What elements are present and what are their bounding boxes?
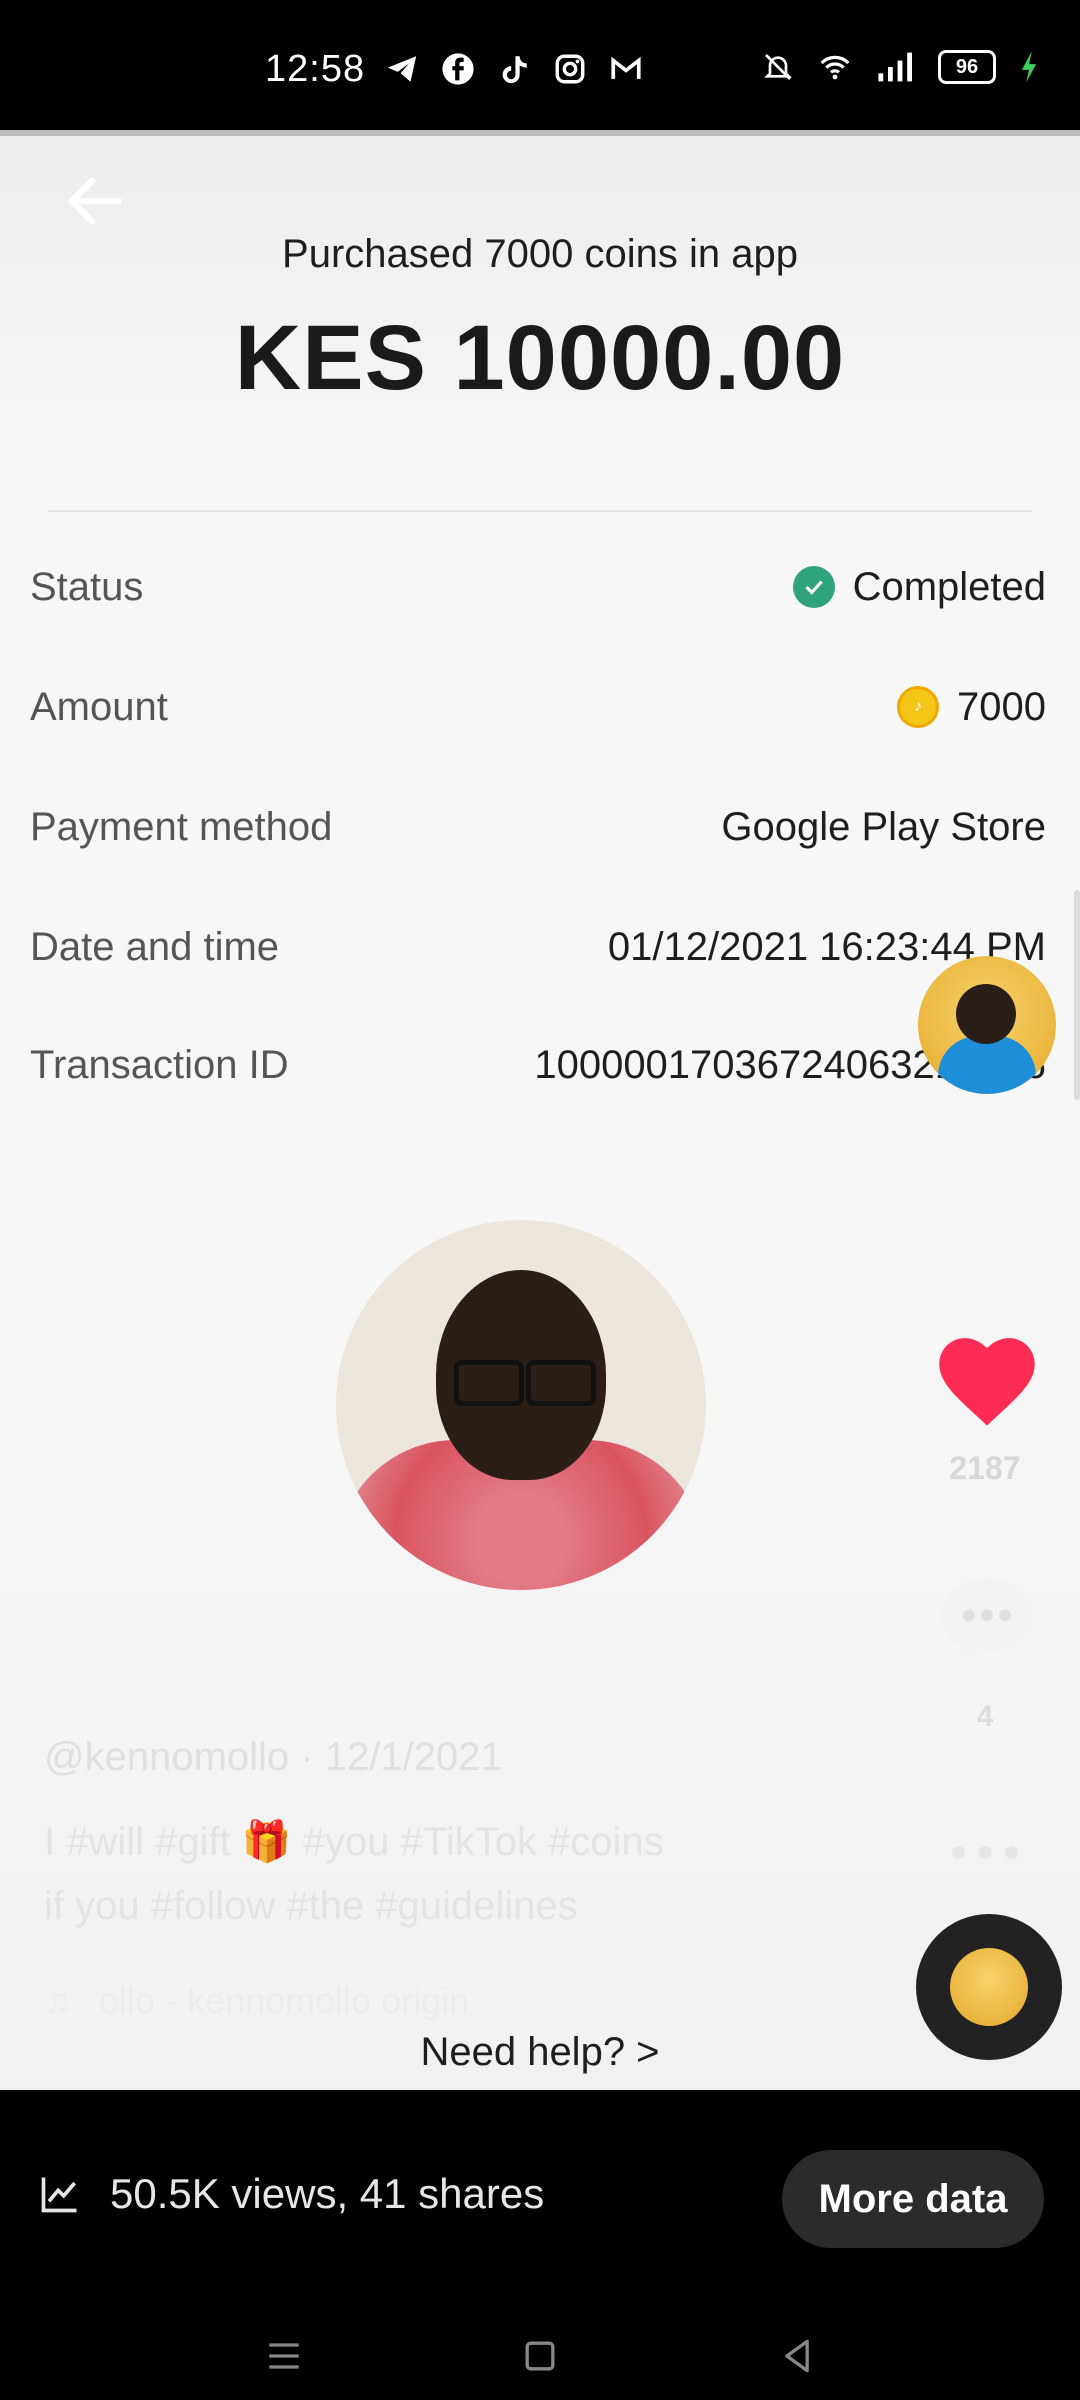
caption: I #will #gift 🎁 #you #TikTok #coins if y… — [44, 1810, 804, 1938]
amount-label: Amount — [30, 684, 168, 729]
comment-count: 4 — [976, 1700, 994, 1733]
telegram-icon — [387, 56, 417, 82]
status-value: Completed — [792, 564, 1046, 610]
disc-avatar — [950, 1948, 1028, 2026]
menu-nav-icon[interactable] — [262, 2334, 306, 2378]
status-row: Status Completed — [30, 552, 1046, 622]
scroll-handle[interactable] — [1074, 890, 1080, 1100]
amount-text: 7000 — [957, 684, 1046, 729]
comment-icon[interactable] — [932, 1570, 1042, 1670]
purchase-header: Purchased 7000 coins in app KES 10000.00 — [0, 136, 1080, 516]
video-person-image — [336, 1220, 706, 1590]
coin-icon: ♪ — [897, 686, 940, 728]
caption-line-2: if you #follow #the #guidelines — [44, 1884, 578, 1928]
more-data-button[interactable]: More data — [782, 2150, 1044, 2248]
transaction-screen: Purchased 7000 coins in app KES 10000.00… — [0, 130, 1080, 2090]
back-arrow-icon[interactable] — [60, 166, 130, 236]
back-nav-icon[interactable] — [776, 2334, 820, 2378]
system-nav-bar — [0, 2310, 1080, 2400]
wifi-icon — [820, 55, 850, 80]
check-circle-icon — [792, 566, 835, 608]
payment-value: Google Play Store — [721, 804, 1046, 849]
notification-icons — [385, 52, 643, 86]
tiktok-icon — [502, 56, 527, 84]
status-text: Completed — [852, 564, 1046, 609]
payment-row: Payment method Google Play Store — [30, 792, 1046, 862]
heart-icon[interactable] — [932, 1330, 1042, 1430]
facebook-icon — [442, 53, 474, 85]
caption-username[interactable]: @kennomollo · 12/1/2021 — [44, 1735, 503, 1780]
home-nav-icon[interactable] — [518, 2334, 562, 2378]
music-info[interactable]: ♫ ollo - kennomollo origin — [44, 1980, 469, 2022]
caption-line-1: I #will #gift 🎁 #you #TikTok #coins — [44, 1820, 664, 1864]
header-divider — [48, 510, 1032, 512]
share-icon[interactable]: ● ● ● — [930, 1835, 1040, 1869]
purchase-subtitle: Purchased 7000 coins in app — [282, 232, 798, 276]
like-count: 2187 — [949, 1450, 1021, 1486]
need-help-link[interactable]: Need help? > — [0, 2030, 1080, 2075]
date-row: Date and time 01/12/2021 16:23:44 PM — [30, 912, 1046, 982]
video-stats: 50.5K views, 41 shares — [38, 2170, 544, 2218]
status-label: Status — [30, 564, 144, 609]
charging-icon — [1021, 51, 1037, 83]
system-icons: 96 — [762, 50, 1040, 84]
purchase-amount: KES 10000.00 — [234, 307, 846, 409]
mute-bell-icon — [764, 54, 792, 80]
creator-avatar[interactable] — [918, 956, 1056, 1094]
instagram-icon — [555, 54, 585, 84]
transaction-row: Transaction ID 10000017036724063217666 — [30, 1030, 1046, 1100]
amount-value: ♪ 7000 — [897, 685, 1046, 730]
bottom-panel: 50.5K views, 41 shares More data — [0, 2090, 1080, 2400]
signal-icon — [878, 52, 912, 82]
status-time: 12:58 — [265, 48, 366, 90]
amount-row: Amount ♪ 7000 — [30, 672, 1046, 742]
date-label: Date and time — [30, 924, 280, 969]
transaction-label: Transaction ID — [30, 1042, 289, 1087]
views-shares-text: 50.5K views, 41 shares — [110, 2170, 545, 2217]
music-note-icon: ♫ — [44, 1980, 71, 2021]
payment-label: Payment method — [30, 804, 333, 849]
gmail-icon — [611, 56, 641, 79]
music-text: ollo - kennomollo origin — [99, 1980, 470, 2021]
analytics-chart-icon — [41, 2177, 77, 2213]
status-bar: 12:58 96 — [0, 0, 1080, 130]
battery-icon: 96 — [938, 50, 996, 84]
